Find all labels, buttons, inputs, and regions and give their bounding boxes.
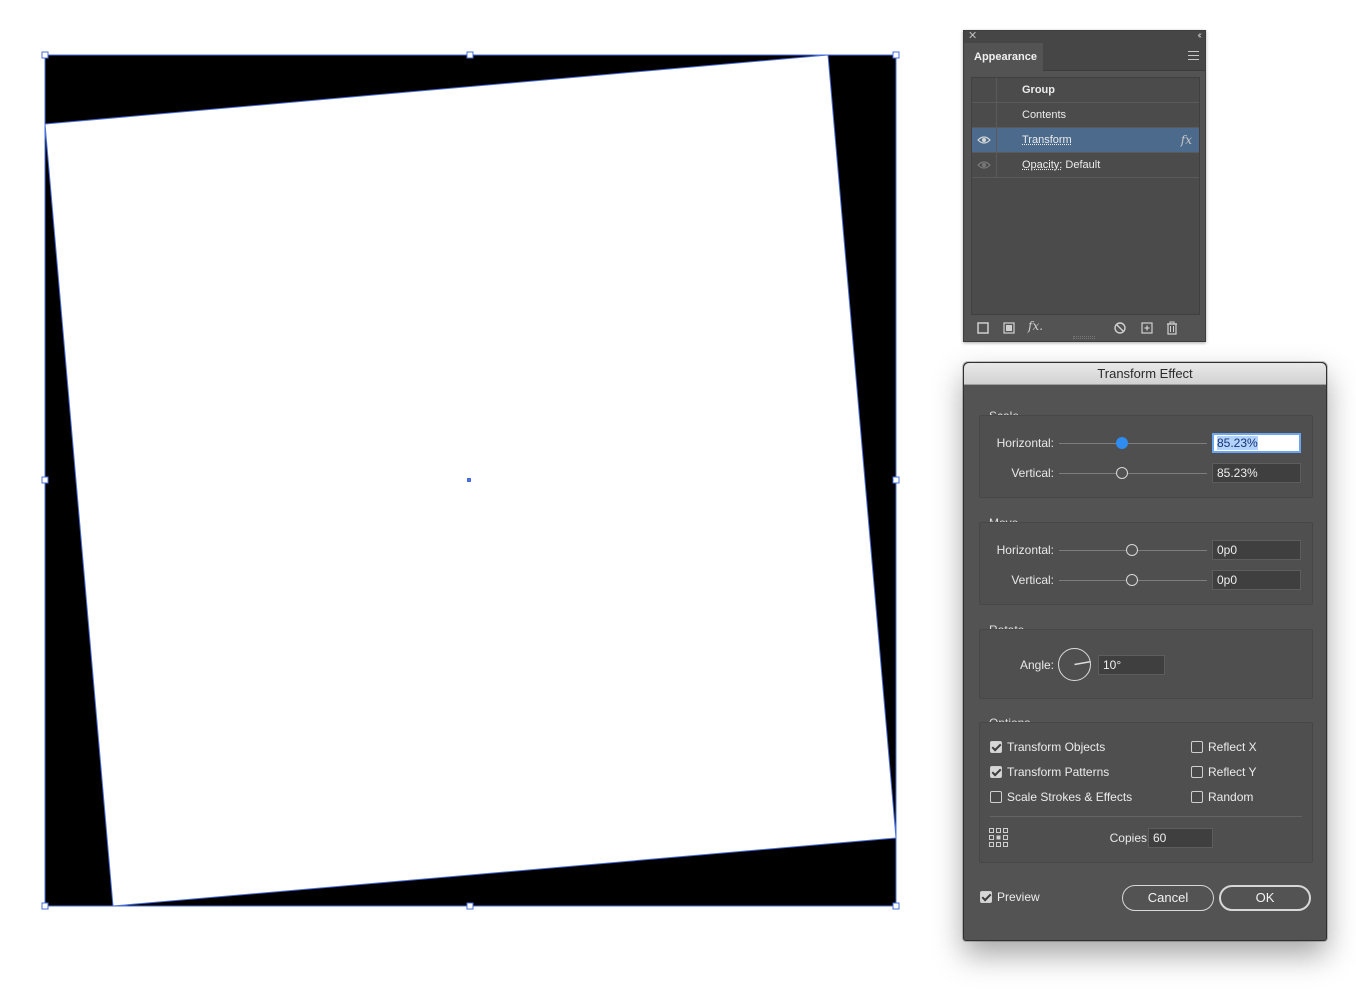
new-fill-icon[interactable]: [1002, 321, 1016, 335]
eye-icon[interactable]: [977, 135, 991, 145]
delete-item-icon[interactable]: [1165, 321, 1179, 335]
ok-button[interactable]: OK: [1219, 885, 1311, 911]
appearance-row-contents[interactable]: Contents: [972, 103, 1199, 128]
appearance-panel: ✕ ‹‹ Appearance Group Contents Transform…: [963, 30, 1206, 342]
opacity-link[interactable]: Opacity:: [1022, 159, 1062, 171]
fx-icon[interactable]: fx: [1181, 128, 1192, 152]
scale-vertical-slider-knob[interactable]: [1116, 467, 1128, 479]
row-label: Opacity: Default: [1022, 153, 1100, 177]
visibility-toggle[interactable]: [972, 128, 997, 152]
panel-footer: fx.: [964, 315, 1205, 341]
cancel-button[interactable]: Cancel: [1122, 885, 1214, 911]
transform-effect-link[interactable]: Transform: [1022, 128, 1072, 152]
scale-vertical-slider[interactable]: [1059, 473, 1207, 474]
scale-vertical-input[interactable]: 85.23%: [1212, 463, 1301, 483]
row-label: Group: [1022, 84, 1055, 96]
move-horizontal-label: Horizontal:: [996, 543, 1054, 557]
reflect-y-label[interactable]: Reflect Y: [1208, 765, 1256, 779]
move-horizontal-slider-knob[interactable]: [1126, 544, 1138, 556]
transform-objects-label[interactable]: Transform Objects: [1007, 740, 1105, 754]
handle-top-right: [892, 51, 900, 59]
scale-strokes-label[interactable]: Scale Strokes & Effects: [1007, 790, 1132, 804]
panel-menu-icon[interactable]: [1188, 51, 1199, 60]
angle-label: Angle:: [1019, 658, 1054, 672]
move-horizontal-input[interactable]: 0p0: [1212, 540, 1301, 560]
handle-middle-right: [892, 476, 900, 484]
dialog-title: Transform Effect: [964, 363, 1326, 385]
new-stroke-icon[interactable]: [976, 321, 990, 335]
move-vertical-input[interactable]: 0p0: [1212, 570, 1301, 590]
copies-input[interactable]: 60: [1148, 828, 1213, 848]
tab-appearance[interactable]: Appearance: [964, 43, 1043, 72]
duplicate-item-icon[interactable]: [1140, 321, 1154, 335]
angle-dial-needle: [1073, 660, 1090, 665]
resize-grip[interactable]: [1073, 336, 1095, 339]
close-icon[interactable]: ✕: [968, 30, 977, 42]
scale-horizontal-input[interactable]: 85.23%: [1212, 433, 1301, 453]
appearance-row-transform[interactable]: Transform fx: [972, 128, 1199, 153]
angle-dial[interactable]: [1058, 648, 1091, 681]
reflect-x-checkbox[interactable]: [1191, 741, 1203, 753]
visibility-column: [972, 103, 997, 127]
panel-tabstrip: Appearance: [964, 43, 1205, 72]
handle-top-left: [41, 51, 49, 59]
angle-input[interactable]: 10°: [1098, 655, 1165, 675]
move-vertical-label: Vertical:: [1011, 573, 1054, 587]
handle-bottom-left: [41, 902, 49, 910]
visibility-toggle[interactable]: [972, 153, 997, 177]
preview-checkbox[interactable]: [980, 891, 992, 903]
preview-label[interactable]: Preview: [997, 890, 1040, 904]
appearance-row-group[interactable]: Group: [972, 78, 1199, 103]
add-effect-icon[interactable]: fx.: [1028, 319, 1043, 333]
handle-top-center: [466, 51, 474, 59]
clear-appearance-icon[interactable]: [1113, 321, 1127, 335]
move-group: [979, 522, 1313, 605]
visibility-column: [972, 78, 997, 102]
handle-bottom-center: [466, 902, 474, 910]
row-label[interactable]: Contents: [1022, 103, 1066, 127]
appearance-row-opacity[interactable]: Opacity: Default: [972, 153, 1199, 178]
transform-patterns-label[interactable]: Transform Patterns: [1007, 765, 1109, 779]
handle-bottom-right: [892, 902, 900, 910]
scale-group: [979, 415, 1313, 498]
transform-patterns-checkbox[interactable]: [990, 766, 1002, 778]
random-checkbox[interactable]: [1191, 791, 1203, 803]
appearance-list: Group Contents Transform fx Opacity: Def…: [971, 77, 1200, 315]
artwork-canvas: [41, 51, 900, 910]
reflect-y-checkbox[interactable]: [1191, 766, 1203, 778]
copies-label: Copies: [1109, 831, 1147, 845]
scale-horizontal-label: Horizontal:: [996, 436, 1054, 450]
eye-icon[interactable]: [977, 160, 991, 170]
scale-strokes-checkbox[interactable]: [990, 791, 1002, 803]
center-point: [467, 478, 471, 482]
opacity-value: Default: [1065, 159, 1101, 171]
random-label[interactable]: Random: [1208, 790, 1253, 804]
handle-middle-left: [41, 476, 49, 484]
scale-vertical-label: Vertical:: [1011, 466, 1054, 480]
reference-point-icon[interactable]: [989, 828, 1009, 848]
move-vertical-slider-knob[interactable]: [1126, 574, 1138, 586]
transform-objects-checkbox[interactable]: [990, 741, 1002, 753]
options-divider: [990, 816, 1302, 817]
transform-effect-dialog: Transform Effect Scale Horizontal: 85.23…: [963, 362, 1327, 941]
panel-topbar: ✕ ‹‹: [964, 30, 1205, 43]
collapse-icon[interactable]: ‹‹: [1197, 30, 1201, 42]
scale-horizontal-slider-knob[interactable]: [1116, 437, 1128, 449]
reflect-x-label[interactable]: Reflect X: [1208, 740, 1257, 754]
scale-horizontal-slider[interactable]: [1059, 443, 1207, 444]
